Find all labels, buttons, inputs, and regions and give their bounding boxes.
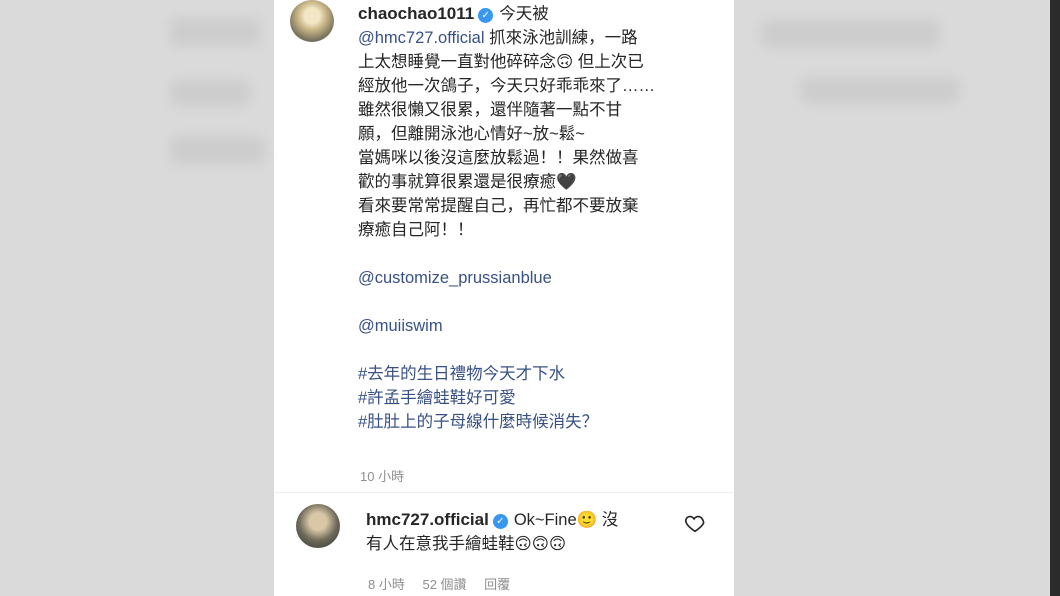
mention-link[interactable]: @muiiswim: [358, 317, 443, 335]
caption-text: 今天被: [499, 5, 549, 23]
reply-timestamp: 8 小時: [368, 577, 405, 592]
reply-button[interactable]: 回覆: [484, 577, 510, 592]
mention-link[interactable]: @hmc727.official: [358, 29, 485, 47]
caption-line: 療癒自己阿！！: [358, 221, 474, 239]
hashtag-link[interactable]: #去年的生日禮物今天才下水: [358, 365, 565, 383]
caption-line: 上太想睡覺一直對他碎碎念🙃 但上次已: [358, 53, 644, 71]
mention-link[interactable]: @customize_prussianblue: [358, 269, 552, 287]
blurred-shape: [170, 136, 265, 164]
divider: [274, 492, 734, 493]
frame-edge: [1050, 0, 1060, 596]
caption-line: 當媽咪以後沒這麼放鬆過！！果然做喜: [358, 149, 639, 167]
verified-badge-icon: ✓: [478, 8, 494, 23]
caption-line: 看來要常常提醒自己，再忙都不要放棄: [358, 197, 639, 215]
hashtag-link[interactable]: #許孟手繪蛙鞋好可愛: [358, 389, 516, 407]
reply-likes[interactable]: 52 個讚: [422, 577, 466, 592]
heart-icon[interactable]: [684, 512, 706, 534]
verified-badge-icon: ✓: [492, 514, 508, 529]
caption-line: 雖然很懶又很累，還伴隨著一點不甘: [358, 101, 622, 119]
caption-line: 願，但離開泳池心情好~放~鬆~: [358, 125, 585, 143]
post-username[interactable]: chaochao1011: [358, 4, 474, 23]
instagram-comment-card: chaochao1011 ✓ 今天被 @hmc727.official 抓來泳池訓練…: [274, 0, 734, 596]
post-caption: chaochao1011 ✓ 今天被 @hmc727.official 抓來泳池訓練…: [358, 2, 708, 434]
post-timestamp: 10 小時: [360, 469, 405, 484]
blurred-shape: [800, 78, 960, 104]
blurred-shape: [760, 20, 940, 48]
reply-username[interactable]: hmc727.official: [366, 510, 489, 529]
caption-text: 抓來泳池訓練，一路: [484, 29, 638, 47]
hashtag-link[interactable]: #肚肚上的子母線什麼時候消失？: [358, 413, 598, 431]
reply-text: 有人在意我手繪蛙鞋🙃🙃🙃: [366, 535, 567, 553]
caption-line: 經放他一次鴿子，今天只好乖乖來了……: [358, 77, 655, 95]
blurred-shape: [170, 80, 250, 106]
reply-comment: hmc727.official ✓ Ok~Fine🙂 沒 有人在意我手繪蛙鞋🙃🙃🙃: [366, 508, 666, 556]
blurred-shape: [170, 18, 260, 46]
reply-text: Ok~Fine🙂 沒: [513, 511, 619, 529]
reply-meta: 8 小時 52 個讚 回覆: [368, 574, 524, 593]
avatar[interactable]: [290, 0, 334, 42]
caption-line: 歡的事就算很累還是很療癒🖤: [358, 173, 577, 191]
reply-avatar[interactable]: [296, 504, 340, 548]
